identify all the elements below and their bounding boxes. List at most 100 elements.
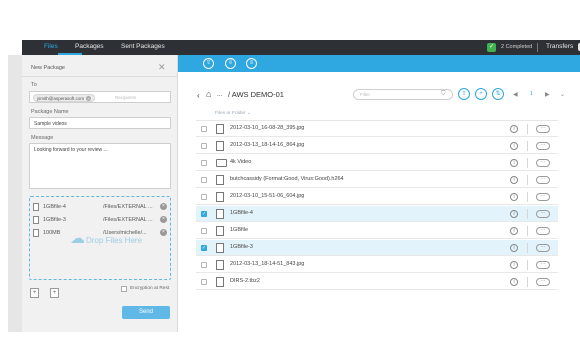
remove-file-icon[interactable]: × — [160, 229, 167, 236]
more-options-icon[interactable]: ··· — [536, 227, 550, 235]
row-checkbox[interactable] — [201, 228, 207, 234]
row-divider — [527, 209, 528, 219]
row-checkbox[interactable] — [201, 177, 207, 183]
more-options-icon[interactable]: ··· — [536, 244, 550, 252]
info-icon[interactable]: i — [510, 142, 518, 150]
breadcrumb-ellipsis[interactable]: ... — [217, 91, 222, 98]
file-name[interactable]: 1GBfile — [230, 227, 248, 233]
drop-files-text: Drop Files Here — [86, 236, 143, 245]
file-name[interactable]: butchcassidy (Format:Good, Virus:Good).h… — [230, 176, 344, 182]
package-name-input[interactable]: Sample videos — [29, 117, 171, 129]
file-row-selected[interactable]: ✓ 1GBfile-4 i ··· — [196, 206, 558, 222]
upload-action-icon[interactable]: ⇧ — [458, 88, 470, 100]
row-checkbox[interactable] — [201, 279, 207, 285]
more-options-icon[interactable]: ··· — [536, 142, 550, 150]
row-checkbox[interactable] — [201, 194, 207, 200]
remove-file-icon[interactable]: × — [160, 216, 167, 223]
file-icon — [33, 216, 39, 224]
file-icon — [216, 124, 224, 134]
file-name[interactable]: 2012-03-10_15-51-06_604.jpg — [230, 193, 304, 199]
back-chevron-icon[interactable]: ‹ — [197, 91, 200, 100]
info-icon[interactable]: i — [510, 244, 518, 252]
trash-icon[interactable]: ≡ — [246, 58, 257, 69]
info-icon[interactable]: i — [510, 125, 518, 133]
package-file-path: /Files/EXTERNAL ... — [103, 217, 153, 223]
page-menu-chevron-icon[interactable]: ⌄ — [560, 91, 565, 98]
info-icon[interactable]: i — [510, 210, 518, 218]
row-checkbox[interactable] — [201, 126, 207, 132]
info-icon[interactable]: i — [510, 261, 518, 269]
folder-row[interactable]: 4k Video i ··· — [196, 155, 558, 171]
filter-placeholder: Filter — [360, 92, 370, 97]
info-icon[interactable]: i — [510, 193, 518, 201]
recipient-chip[interactable]: jsmith@asperasoft.com × — [33, 94, 96, 102]
file-row[interactable]: 2012-03-10_16-08-28_395.jpg i ··· — [196, 121, 558, 137]
file-row[interactable]: DIRS-2.tbz2 i ··· — [196, 274, 558, 290]
remove-file-icon[interactable]: × — [160, 203, 167, 210]
transfer-status-text[interactable]: 2 Completed — [501, 44, 532, 50]
message-label: Message — [31, 135, 54, 141]
info-icon[interactable]: i — [510, 176, 518, 184]
file-name[interactable]: 2012-03-10_16-08-28_395.jpg — [230, 125, 304, 131]
add-file-icon[interactable]: + — [30, 288, 39, 298]
new-folder-icon[interactable]: + — [475, 88, 487, 100]
row-checkbox-checked[interactable]: ✓ — [201, 211, 207, 217]
more-options-icon[interactable]: ··· — [536, 278, 550, 286]
more-options-icon[interactable]: ··· — [536, 261, 550, 269]
message-textarea[interactable]: Looking forward to your review ... — [29, 143, 171, 189]
previous-page-icon[interactable]: ◀ — [513, 91, 518, 98]
upload-icon[interactable]: ⇧ — [203, 58, 214, 69]
app-window: Files Packages Sent Packages ✓ 2 Complet… — [0, 0, 580, 345]
info-icon[interactable]: i — [510, 159, 518, 167]
sort-icon[interactable]: ⇅ — [492, 88, 504, 100]
file-row[interactable]: butchcassidy (Format:Good, Virus:Good).h… — [196, 172, 558, 188]
nav-divider — [537, 43, 538, 52]
file-name[interactable]: 2012-03-13_18-14-16_864.jpg — [230, 142, 304, 148]
send-button[interactable]: Send — [122, 306, 170, 319]
row-checkbox[interactable] — [201, 160, 207, 166]
more-options-icon[interactable]: ··· — [536, 176, 550, 184]
nav-packages-tab[interactable]: Packages — [75, 43, 104, 50]
nav-sent-packages-tab[interactable]: Sent Packages — [121, 43, 165, 50]
filter-input[interactable]: Filter ⛉ — [353, 89, 453, 100]
info-icon[interactable]: i — [510, 227, 518, 235]
file-name[interactable]: 1GBfile-3 — [230, 244, 253, 250]
nav-files-tab[interactable]: Files — [44, 43, 58, 50]
to-label: To — [31, 82, 37, 88]
remove-recipient-icon[interactable]: × — [86, 96, 92, 102]
file-row[interactable]: 2012-03-10_15-51-06_604.jpg i ··· — [196, 189, 558, 205]
add-folder-icon[interactable]: + — [50, 288, 59, 298]
file-name[interactable]: 1GBfile-4 — [230, 210, 253, 216]
file-icon — [33, 203, 39, 211]
row-checkbox[interactable] — [201, 143, 207, 149]
row-divider — [527, 141, 528, 151]
folder-name[interactable]: 4k Video — [230, 159, 251, 165]
column-header-files[interactable]: Files or Folder ⌄ — [215, 111, 251, 116]
more-options-icon[interactable]: ··· — [536, 159, 550, 167]
funnel-icon[interactable]: ⛉ — [441, 91, 446, 98]
breadcrumb-path: / AWS DEMO-01 — [228, 90, 284, 99]
file-name[interactable]: DIRS-2.tbz2 — [230, 278, 260, 284]
row-checkbox[interactable] — [201, 262, 207, 268]
row-divider — [527, 260, 528, 270]
transfers-menu[interactable]: Transfers — [546, 43, 573, 50]
download-icon[interactable]: ⇩ — [225, 58, 236, 69]
row-divider — [527, 243, 528, 253]
info-icon[interactable]: i — [510, 278, 518, 286]
file-row[interactable]: 2012-03-13_18-14-16_864.jpg i ··· — [196, 138, 558, 154]
file-row[interactable]: 1GBfile i ··· — [196, 223, 558, 239]
file-name[interactable]: 2012-03-13_18-14-51_843.jpg — [230, 261, 304, 267]
file-row-selected[interactable]: ✓ 1GBfile-3 i ··· — [196, 240, 558, 256]
close-icon[interactable]: ✕ — [158, 62, 166, 73]
next-page-icon[interactable]: ▶ — [545, 91, 550, 98]
more-options-icon[interactable]: ··· — [536, 193, 550, 201]
recipients-field[interactable]: jsmith@asperasoft.com × Recipients — [29, 91, 171, 103]
more-options-icon[interactable]: ··· — [536, 125, 550, 133]
home-icon[interactable]: ⌂ — [206, 89, 211, 99]
file-icon — [216, 175, 224, 185]
more-options-icon[interactable]: ··· — [536, 210, 550, 218]
encryption-checkbox[interactable] — [121, 286, 127, 292]
row-checkbox-checked[interactable]: ✓ — [201, 245, 207, 251]
file-row[interactable]: 2012-03-13_18-14-51_843.jpg i ··· — [196, 257, 558, 273]
drop-zone[interactable]: 1GBfile-4 /Files/EXTERNAL ... × 1GBfile-… — [29, 196, 171, 280]
